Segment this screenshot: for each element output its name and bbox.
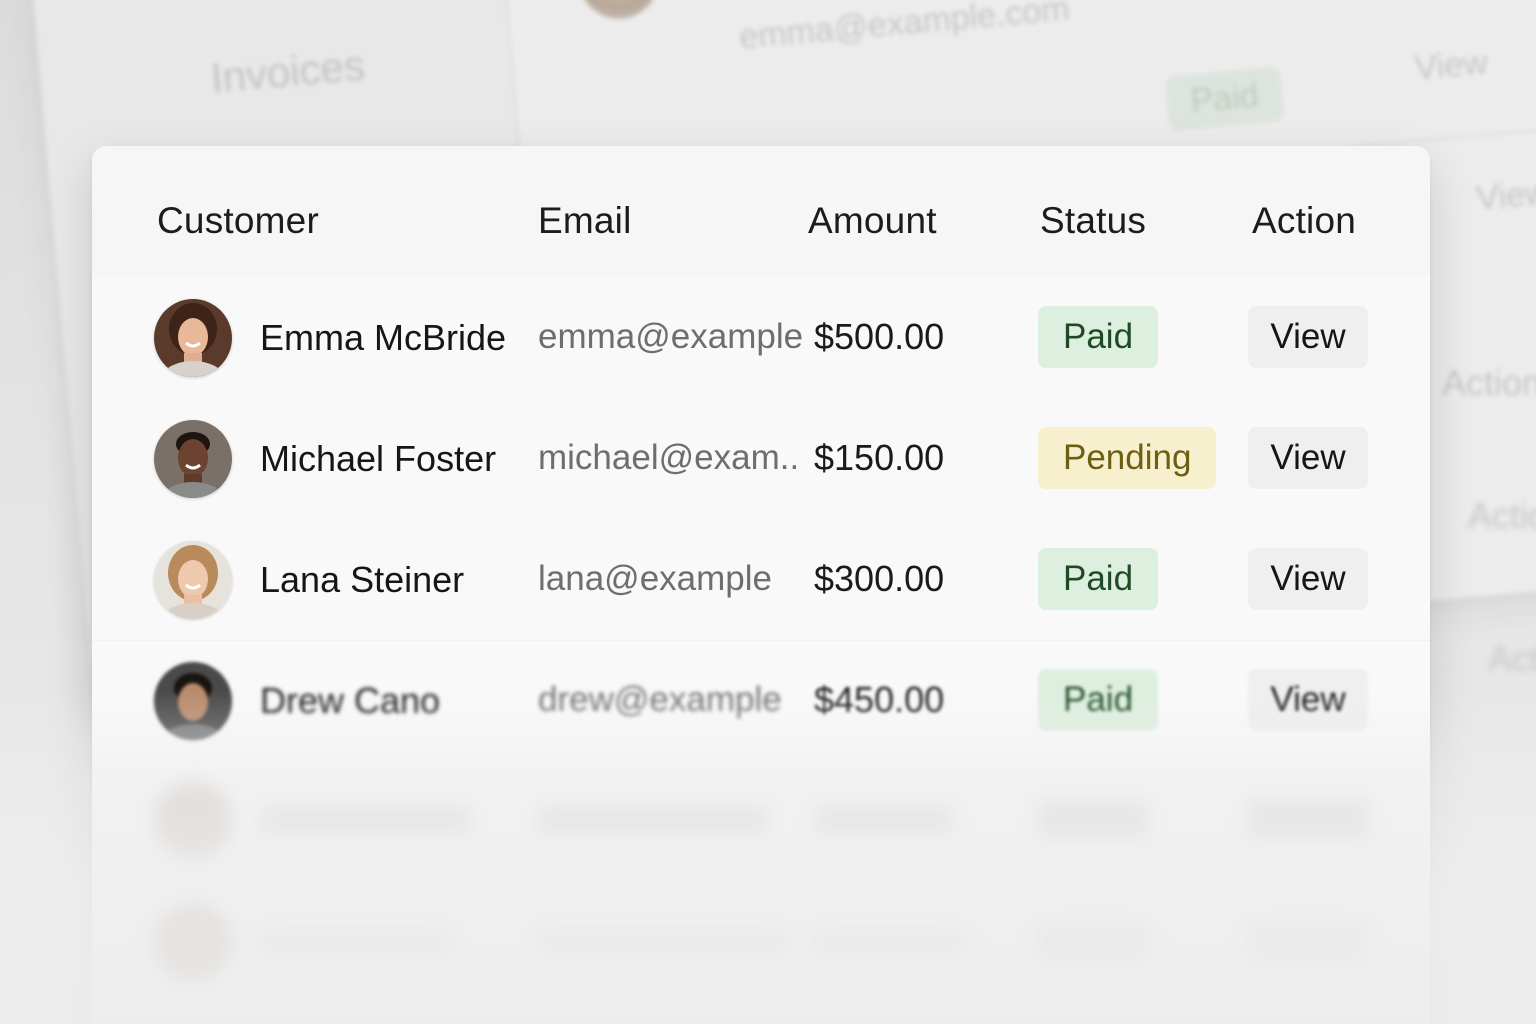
blurred-text	[538, 807, 768, 835]
invoice-amount: $300.00	[814, 558, 945, 599]
table-header-row: Customer Email Amount Status Action	[92, 146, 1430, 278]
status-badge: Paid	[1038, 306, 1159, 368]
blurred-text	[260, 807, 470, 835]
blurred-button	[1248, 922, 1368, 962]
background-status-badge: Paid	[1164, 66, 1285, 132]
view-button[interactable]: View	[1248, 669, 1368, 731]
blurred-text	[814, 928, 964, 956]
customer-email: michael@exam..	[538, 438, 800, 477]
invoice-amount: $150.00	[814, 437, 945, 478]
blurred-text	[538, 928, 788, 956]
blurred-text	[814, 807, 954, 835]
blurred-avatar	[154, 783, 232, 861]
view-button[interactable]: View	[1248, 306, 1368, 368]
blurred-badge	[1038, 922, 1148, 962]
customer-name: Drew Cano	[260, 680, 441, 721]
header-amount: Amount	[808, 200, 937, 241]
background-avatar	[575, 0, 663, 23]
customer-name: Emma McBride	[260, 317, 507, 358]
invoice-amount: $500.00	[814, 316, 945, 357]
background-divider	[1351, 122, 1536, 148]
background-view-link-2: View	[1474, 173, 1536, 218]
avatar	[154, 420, 232, 498]
blurred-table-row	[92, 882, 1430, 1003]
background-action-label-3: Act	[1488, 638, 1536, 679]
background-action-label-2: Action	[1468, 495, 1536, 536]
blurred-avatar	[154, 904, 232, 982]
view-button[interactable]: View	[1248, 427, 1368, 489]
table-row: Michael Foster michael@exam.. $150.00 Pe…	[92, 398, 1430, 520]
invoice-amount: $450.00	[814, 679, 945, 720]
blurred-badge	[1038, 801, 1148, 841]
table-row: Emma McBride emma@example $500.00 Paid V…	[92, 277, 1430, 399]
background-action-label: Action	[1442, 362, 1536, 403]
header-email: Email	[538, 200, 632, 241]
customer-email: emma@example	[538, 317, 804, 356]
table-row: Lana Steiner lana@example $300.00 Paid V…	[92, 519, 1430, 641]
blurred-table-row	[92, 761, 1430, 882]
customer-table-card: Customer Email Amount Status Action Emma…	[92, 146, 1430, 1024]
blurred-button	[1248, 801, 1368, 841]
avatar	[154, 299, 232, 377]
customer-email: lana@example	[538, 559, 772, 598]
blurred-text	[260, 928, 450, 956]
customer-email: drew@example	[538, 680, 782, 719]
customer-name: Michael Foster	[260, 438, 497, 479]
customer-name: Lana Steiner	[260, 559, 465, 600]
status-badge: Pending	[1038, 427, 1217, 489]
status-badge: Paid	[1038, 669, 1159, 731]
view-button[interactable]: View	[1248, 548, 1368, 610]
header-customer: Customer	[157, 200, 319, 241]
table-row: Drew Cano drew@example $450.00 Paid View	[92, 640, 1430, 761]
header-status: Status	[1040, 200, 1147, 241]
background-view-link: View	[1413, 43, 1490, 88]
avatar	[154, 662, 232, 740]
avatar	[154, 541, 232, 619]
header-action: Action	[1252, 200, 1357, 241]
status-badge: Paid	[1038, 548, 1159, 610]
background-email: emma@example.com	[737, 0, 1072, 57]
